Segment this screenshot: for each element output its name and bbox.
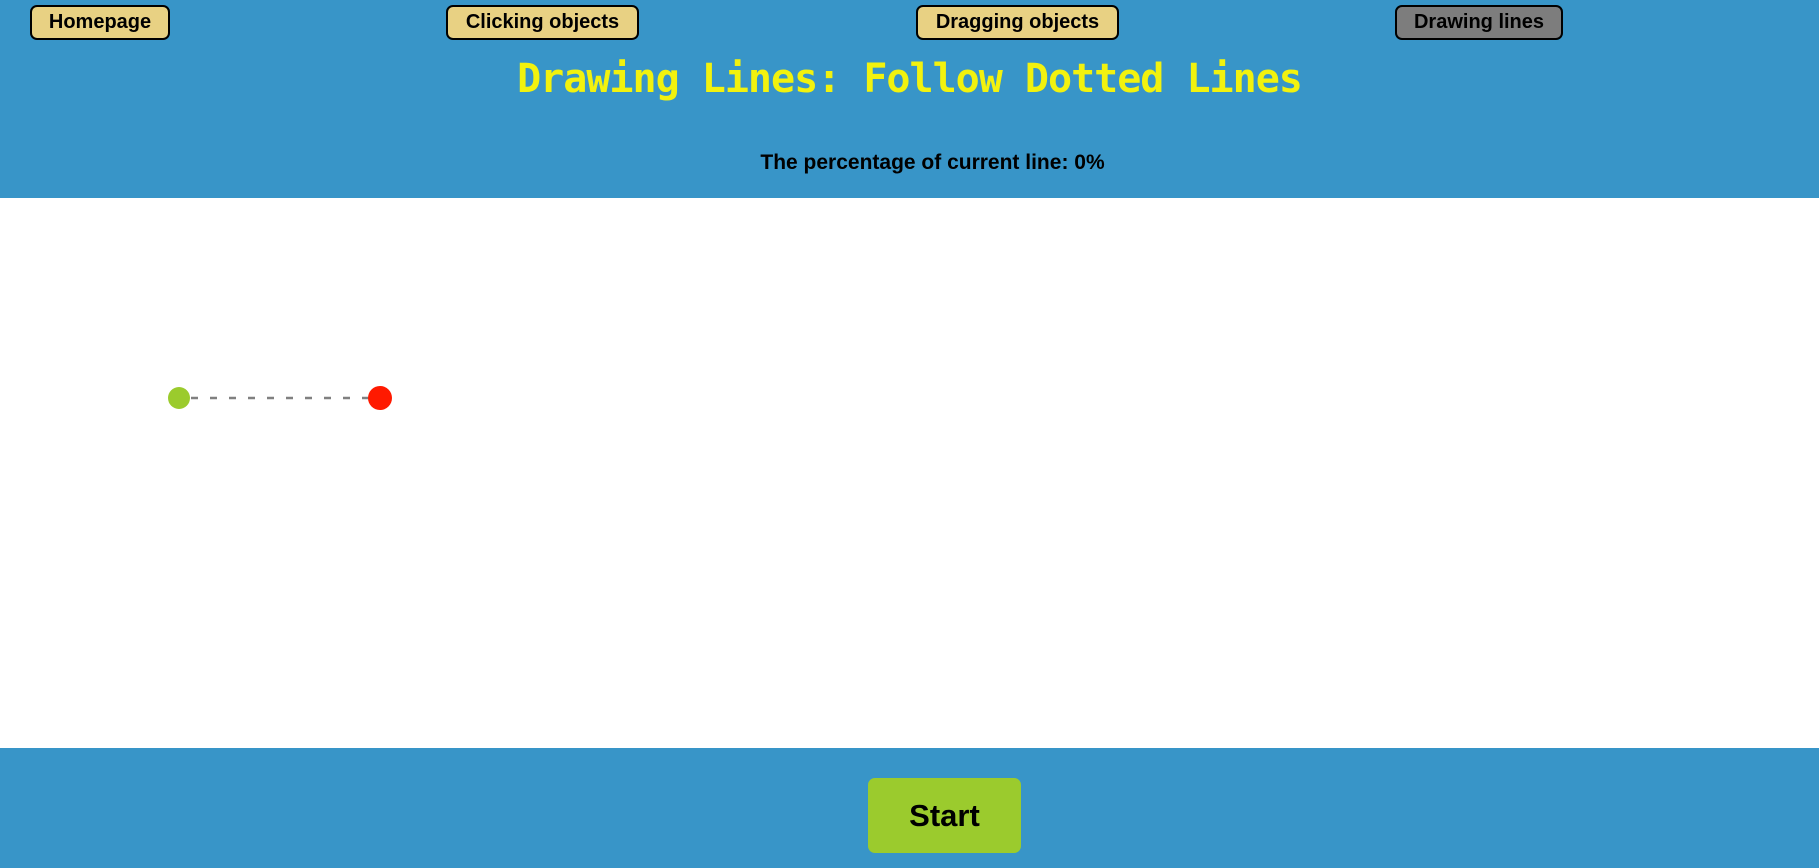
end-point[interactable] (368, 386, 392, 410)
nav-drawing-lines-button[interactable]: Drawing lines (1395, 5, 1563, 40)
nav-dragging-objects-button[interactable]: Dragging objects (916, 5, 1119, 40)
start-button[interactable]: Start (868, 778, 1021, 853)
page-title: Drawing Lines: Follow Dotted Lines (517, 56, 1303, 102)
header-bar: Homepage Clicking objects Dragging objec… (0, 0, 1819, 198)
drawing-canvas[interactable] (0, 198, 1819, 748)
line-percentage-status: The percentage of current line: 0% (760, 151, 1105, 174)
footer-bar: Start (0, 748, 1819, 868)
nav-clicking-objects-button[interactable]: Clicking objects (446, 5, 639, 40)
start-point[interactable] (168, 387, 190, 409)
drawing-surface[interactable] (0, 198, 1819, 748)
nav-homepage-button[interactable]: Homepage (30, 5, 170, 40)
